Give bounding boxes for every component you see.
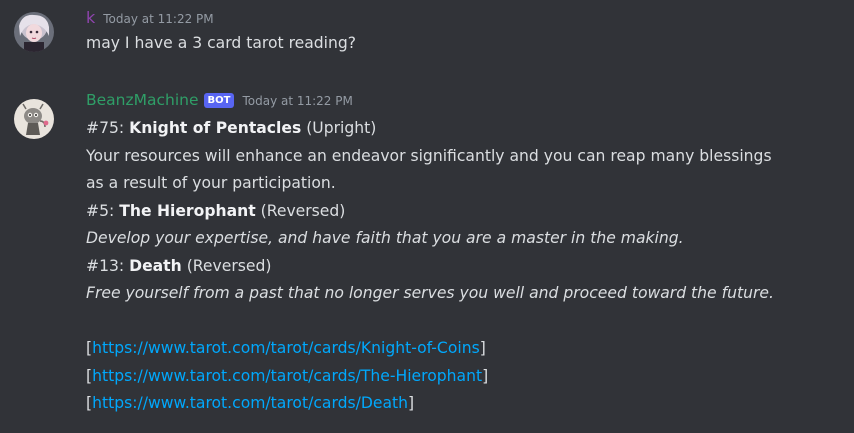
card-link[interactable]: https://www.tarot.com/tarot/cards/Death	[92, 394, 408, 412]
card-number: #75:	[86, 119, 130, 137]
card-meaning: Free yourself from a past that no longer…	[86, 284, 774, 302]
bot-badge: BOT	[203, 93, 235, 108]
bot-avatar-icon[interactable]	[14, 99, 54, 139]
chat-log: k Today at 11:22 PM may I have a 3 card …	[0, 0, 854, 433]
bracket-close: ]	[408, 394, 415, 412]
card-meaning: Develop your expertise, and have faith t…	[86, 229, 684, 247]
card-number: #13:	[86, 256, 130, 275]
card-link-line: [https://www.tarot.com/tarot/cards/Death…	[86, 390, 844, 418]
message-header: k Today at 11:22 PM	[86, 8, 844, 30]
card-number: #5:	[86, 201, 120, 220]
card-name: The Hierophant	[119, 201, 256, 220]
card-title: #13: Death (Reversed)	[86, 253, 844, 281]
card-link-line: [https://www.tarot.com/tarot/cards/The-H…	[86, 363, 844, 391]
card-name: Death	[129, 256, 182, 275]
card-meaning: as a result of your participation.	[86, 174, 336, 192]
bracket-close: ]	[479, 339, 486, 357]
card-title: #75: Knight of Pentacles (Upright)	[86, 115, 844, 143]
card-link-line: [https://www.tarot.com/tarot/cards/Knigh…	[86, 335, 844, 363]
bracket-close: ]	[482, 366, 489, 385]
card-link[interactable]: https://www.tarot.com/tarot/cards/The-Hi…	[92, 367, 482, 385]
tarot-reading: #75: Knight of Pentacles (Upright) Your …	[86, 115, 844, 418]
timestamp: Today at 11:22 PM	[103, 12, 214, 26]
card-meaning: Your resources will enhance an endeavor …	[86, 146, 772, 165]
card-orientation: (Reversed)	[181, 256, 272, 275]
username[interactable]: BeanzMachine	[86, 91, 199, 109]
card-link[interactable]: https://www.tarot.com/tarot/cards/Knight…	[92, 339, 480, 357]
message-header: BeanzMachine BOT Today at 11:22 PM	[86, 91, 844, 113]
user-avatar-icon[interactable]	[14, 12, 54, 52]
timestamp: Today at 11:22 PM	[242, 94, 353, 108]
message-text: may I have a 3 card tarot reading?	[86, 34, 357, 52]
card-name: Knight of Pentacles	[129, 119, 302, 137]
card-orientation: (Reversed)	[255, 201, 346, 220]
username[interactable]: k	[86, 8, 95, 27]
card-orientation: (Upright)	[301, 119, 377, 137]
card-title: #5: The Hierophant (Reversed)	[86, 198, 844, 226]
